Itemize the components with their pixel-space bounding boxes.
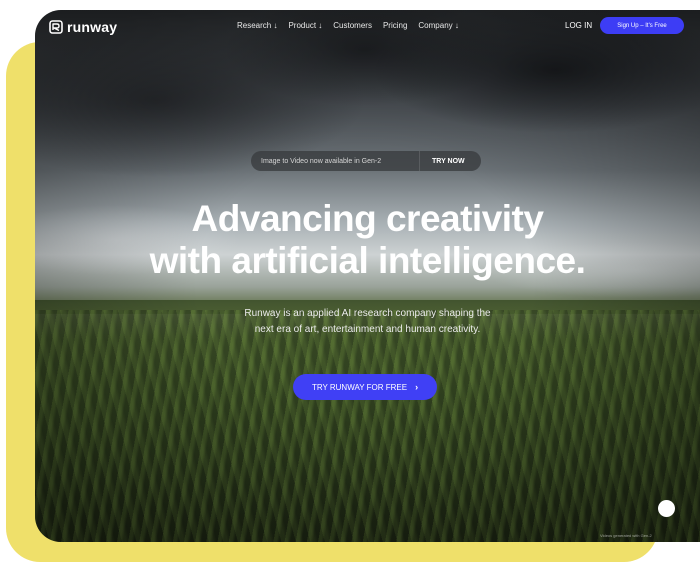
try-runway-button[interactable]: TRY RUNWAY FOR FREE › bbox=[293, 374, 437, 400]
video-credit: Videos generated with Gen-2 bbox=[600, 533, 652, 538]
page: runway Research ↓ Product ↓ Customers Pr… bbox=[0, 0, 700, 569]
signup-button[interactable]: Sign Up – It's Free bbox=[600, 17, 684, 34]
hero-headline-line-2: with artificial intelligence. bbox=[149, 240, 586, 281]
hero-subheading-line-1: Runway is an applied AI research company… bbox=[244, 308, 491, 319]
announcement-text: Image to Video now available in Gen-2 bbox=[261, 157, 382, 165]
logo-wordmark: runway bbox=[67, 19, 118, 35]
nav-link-company[interactable]: Company ↓ bbox=[418, 21, 458, 30]
hero-subheading: Runway is an applied AI research company… bbox=[35, 306, 700, 338]
runway-logo-icon bbox=[49, 20, 63, 34]
hero-subheading-line-2: next era of art, entertainment and human… bbox=[254, 324, 481, 335]
nav-link-customers[interactable]: Customers bbox=[333, 21, 372, 30]
login-link[interactable]: LOG IN bbox=[565, 21, 592, 30]
nav-link-research[interactable]: Research ↓ bbox=[237, 21, 277, 30]
nav-links: Research ↓ Product ↓ Customers Pricing C… bbox=[237, 21, 459, 30]
video-control-dot[interactable] bbox=[658, 500, 675, 517]
nav-link-pricing[interactable]: Pricing bbox=[383, 21, 407, 30]
announcement-pill[interactable]: Image to Video now available in Gen-2 TR… bbox=[251, 151, 481, 171]
try-now-link[interactable]: TRY NOW bbox=[420, 158, 465, 165]
runway-logo[interactable]: runway bbox=[49, 19, 117, 35]
hero-headline-line-1: Advancing creativity bbox=[191, 198, 544, 239]
website-screenshot: runway Research ↓ Product ↓ Customers Pr… bbox=[35, 10, 700, 542]
nav-link-product[interactable]: Product ↓ bbox=[288, 21, 322, 30]
chevron-right-icon: › bbox=[415, 382, 419, 392]
hero-headline: Advancing creativity with artificial int… bbox=[35, 198, 700, 282]
try-runway-button-label: TRY RUNWAY FOR FREE bbox=[311, 382, 408, 392]
top-navbar: runway Research ↓ Product ↓ Customers Pr… bbox=[35, 10, 700, 44]
